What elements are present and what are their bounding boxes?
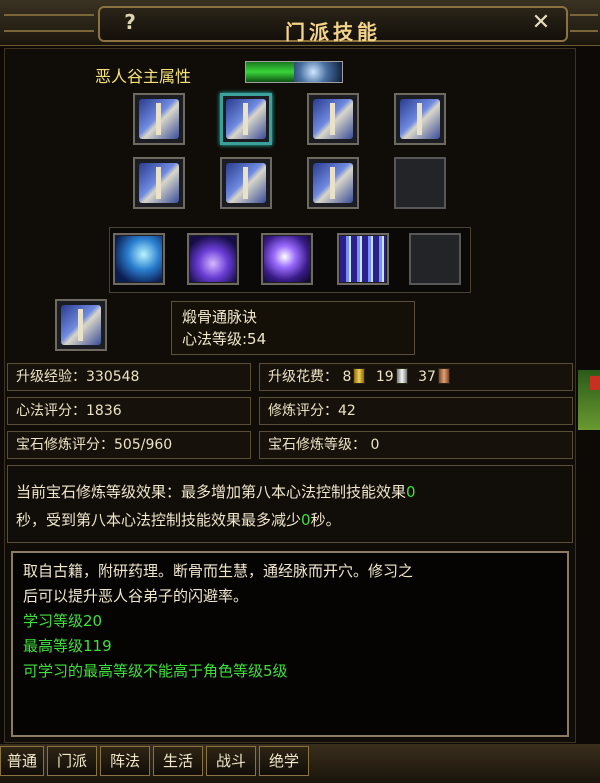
skill-book-slot-4[interactable] <box>394 93 446 145</box>
ice-dragon-skill-icon <box>116 236 162 282</box>
skill-book-slot-7[interactable] <box>307 157 359 209</box>
current-skill-level: 心法等级:54 <box>182 330 267 348</box>
title-ornament-right <box>570 14 598 32</box>
lightning-burst-skill-icon <box>264 236 310 282</box>
gold-ingot-icon <box>353 368 366 384</box>
purple-wave-skill-icon <box>190 236 236 282</box>
gem-training-level: 宝石修炼等级： 0 <box>259 431 573 459</box>
main-attribute-label: 恶人谷主属性 <box>95 67 192 86</box>
wood-attribute-icon <box>246 62 294 82</box>
level-limit-note: 可学习的最高等级不能高于角色等级5级 <box>23 662 288 680</box>
skill-book-slot-5[interactable] <box>133 157 185 209</box>
max-level: 最高等级119 <box>23 637 112 655</box>
current-skill-info: 煅骨通脉诀 心法等级:54 <box>171 301 415 355</box>
scroll-book-icon <box>139 99 179 139</box>
effect-text-3: 秒。 <box>310 511 341 529</box>
tome-icon <box>400 99 440 139</box>
water-attribute-icon <box>294 62 342 82</box>
cost-gold-value: 8 <box>342 369 352 385</box>
skill-slot-1[interactable] <box>113 233 165 285</box>
background-marker <box>590 376 600 390</box>
upgrade-cost-label: 升级花费： <box>268 369 338 385</box>
learn-level: 学习等级20 <box>23 612 103 630</box>
tab-sect[interactable]: 门派 <box>47 746 97 776</box>
title-plaque: 门派技能 <box>98 6 568 44</box>
tab-ultimate[interactable]: 绝学 <box>259 746 309 776</box>
skill-book-slot-2[interactable] <box>220 93 272 145</box>
tab-formation[interactable]: 阵法 <box>100 746 150 776</box>
description-line-2: 后可以提升恶人谷弟子的闪避率。 <box>23 587 249 605</box>
copper-ingot-icon <box>437 368 450 384</box>
upgrade-exp: 升级经验：330548 <box>7 363 251 391</box>
tab-life[interactable]: 生活 <box>153 746 203 776</box>
effect-value-2: 0 <box>301 511 311 529</box>
skill-book-slot-3[interactable] <box>307 93 359 145</box>
current-skill-name: 煅骨通脉诀 <box>182 308 258 326</box>
gem-training-score: 宝石修炼评分：505/960 <box>7 431 251 459</box>
upgrade-cost: 升级花费： 8 19 37 <box>259 363 573 391</box>
help-button[interactable]: ? <box>116 10 144 36</box>
xiulian-score: 修炼评分：42 <box>259 397 573 425</box>
window-title: 门派技能 <box>285 20 381 44</box>
scroll-icon <box>313 163 353 203</box>
silver-ingot-icon <box>395 368 408 384</box>
tab-general[interactable]: 普通 <box>0 746 44 776</box>
effect-text-1: 当前宝石修炼等级效果：最多增加第八本心法控制技能效果 <box>16 483 407 501</box>
skill-slot-3[interactable] <box>261 233 313 285</box>
description-line-1: 取自古籍，附研药理。断骨而生慧，通经脉而开穴。修习之 <box>23 562 414 580</box>
closed-book-icon <box>226 163 266 203</box>
cost-copper-value: 37 <box>418 369 436 385</box>
skill-slot-empty[interactable] <box>409 233 461 285</box>
skill-slot-2[interactable] <box>187 233 239 285</box>
category-tabs: 普通 门派 阵法 生活 战斗 绝学 <box>0 744 600 783</box>
effect-value-1: 0 <box>406 483 416 501</box>
effect-text-2: 秒，受到第八本心法控制技能效果最多减少 <box>16 511 302 529</box>
skill-window: 门派技能 ? ✕ 恶人谷主属性 煅骨通脉诀 心法等级:54 升级经验：33054… <box>0 0 600 783</box>
gem-effect-box: 当前宝石修炼等级效果：最多增加第八本心法控制技能效果0 秒，受到第八本心法控制技… <box>7 465 573 543</box>
light-pillar-skill-icon <box>340 236 386 282</box>
skill-description: 取自古籍，附研药理。断骨而生慧，通经脉而开穴。修习之 后可以提升恶人谷弟子的闪避… <box>11 551 569 737</box>
skill-book-slot-empty[interactable] <box>394 157 446 209</box>
skill-book-slot-6[interactable] <box>220 157 272 209</box>
blue-book-icon <box>226 99 266 139</box>
title-bar[interactable]: 门派技能 ? ✕ <box>0 0 600 46</box>
close-button[interactable]: ✕ <box>526 10 556 36</box>
xinfa-score: 心法评分：1836 <box>7 397 251 425</box>
cost-silver-value: 19 <box>375 369 394 385</box>
main-attribute-icons <box>245 61 343 83</box>
tab-combat[interactable]: 战斗 <box>206 746 256 776</box>
open-book-icon <box>139 163 179 203</box>
skill-slot-4[interactable] <box>337 233 389 285</box>
skill-book-slot-1[interactable] <box>133 93 185 145</box>
open-book-icon <box>313 99 353 139</box>
title-ornament-left <box>4 14 94 32</box>
current-skill-book-slot[interactable] <box>55 299 107 351</box>
blue-book-icon <box>61 305 101 345</box>
content-panel: 恶人谷主属性 煅骨通脉诀 心法等级:54 升级经验：330548 升级花费： 8… <box>4 48 576 743</box>
